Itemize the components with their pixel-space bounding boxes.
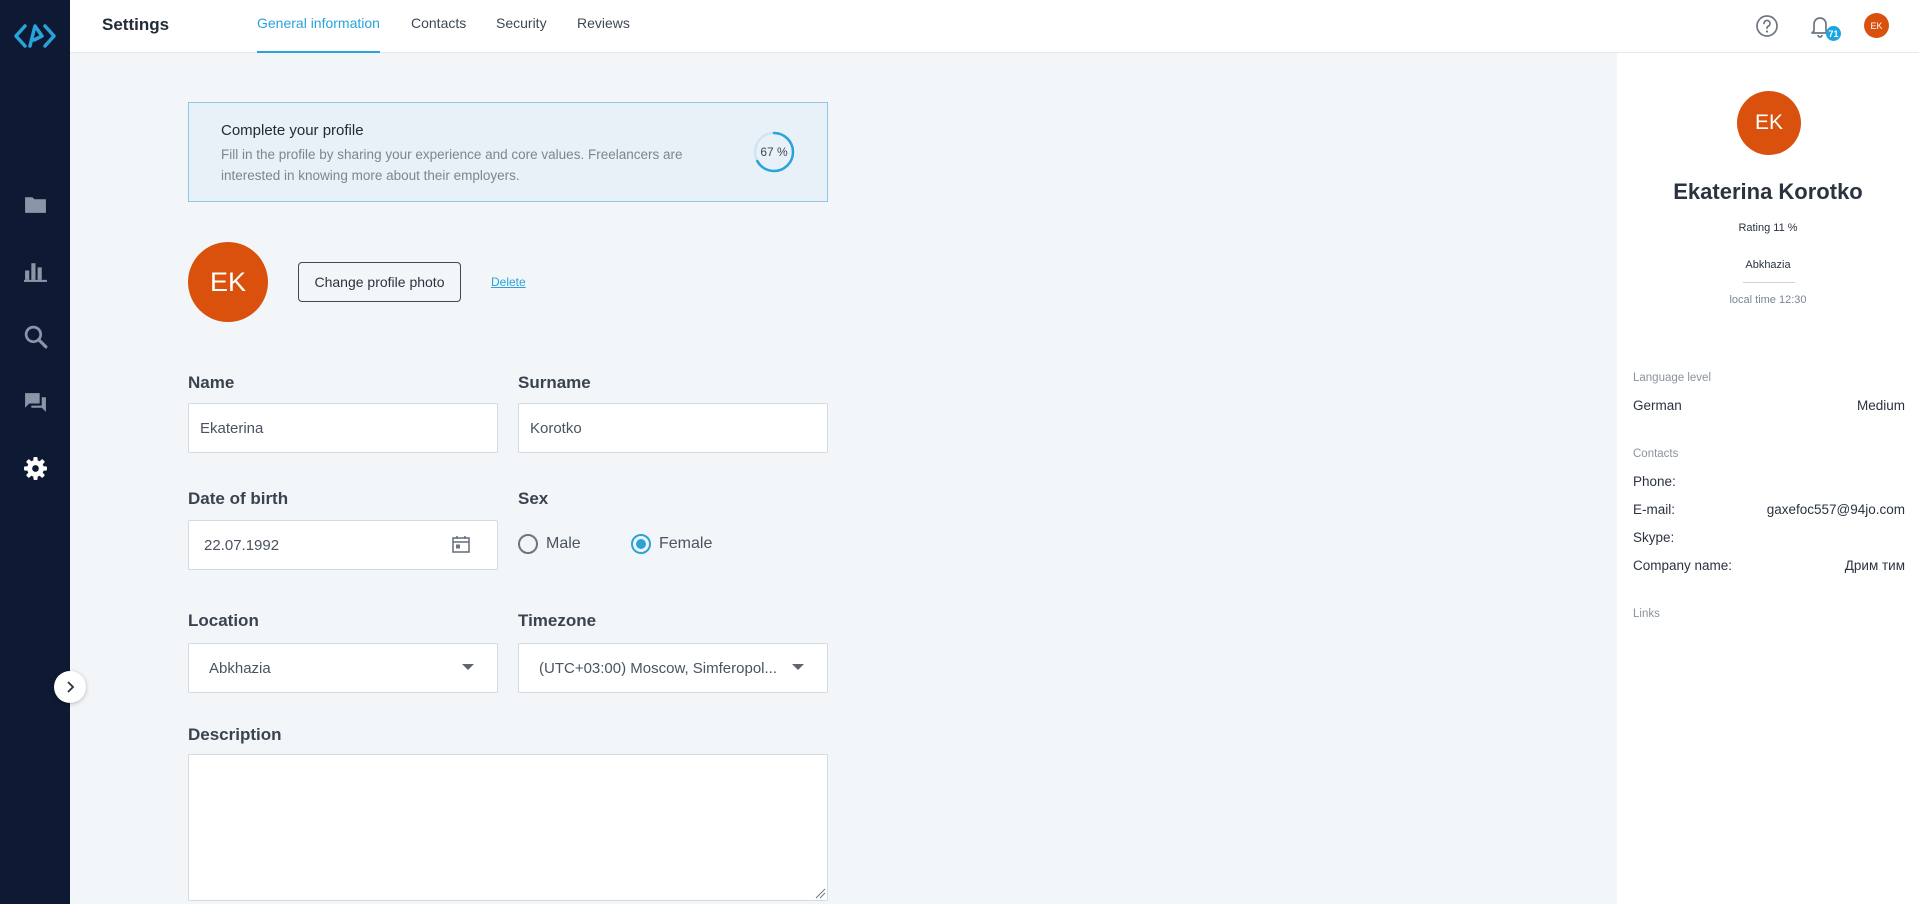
contacts-section-title: Contacts	[1633, 448, 1679, 460]
location-select[interactable]: Abkhazia	[188, 643, 498, 693]
tab-contacts[interactable]: Contacts	[411, 15, 466, 53]
skype-label: Skype:	[1633, 530, 1675, 545]
summary-location: Abkhazia	[1745, 259, 1791, 271]
complete-profile-card: Complete your profile Fill in the profil…	[188, 102, 828, 202]
page-title: Settings	[102, 15, 170, 34]
sex-option-male[interactable]: Male	[546, 535, 581, 553]
bar-chart-icon[interactable]	[23, 258, 48, 283]
company-value: Дрим тим	[1844, 558, 1905, 573]
summary-avatar: EK	[1737, 91, 1801, 155]
complete-profile-title: Complete your profile	[221, 122, 364, 139]
surname-input[interactable]: Korotko	[518, 403, 828, 453]
expand-sidebar-button[interactable]	[54, 671, 86, 703]
surname-label: Surname	[518, 373, 591, 392]
profile-summary-panel: EK Ekaterina Korotko Rating 11 % Abkhazi…	[1617, 53, 1919, 904]
language-level: Medium	[1856, 398, 1905, 413]
phone-label: Phone:	[1633, 474, 1676, 489]
name-label: Name	[188, 373, 235, 392]
folder-icon[interactable]	[23, 192, 48, 217]
summary-local-time: local time 12:30	[1729, 294, 1807, 306]
chevron-down-icon	[792, 664, 804, 670]
change-profile-photo-button[interactable]: Change profile photo	[298, 262, 461, 302]
sidebar	[0, 0, 70, 904]
summary-divider	[1743, 282, 1795, 283]
name-input[interactable]: Ekaterina	[188, 403, 498, 453]
search-icon[interactable]	[23, 324, 48, 349]
user-avatar[interactable]: EK	[1864, 13, 1889, 38]
timezone-label: Timezone	[518, 611, 597, 630]
description-textarea[interactable]	[188, 754, 828, 901]
tab-security[interactable]: Security	[496, 15, 547, 53]
language-name: German	[1633, 398, 1682, 413]
chevron-down-icon	[462, 664, 474, 670]
location-label: Location	[188, 611, 259, 630]
complete-profile-text: Fill in the profile by sharing your expe…	[221, 147, 683, 183]
links-section-title: Links	[1633, 608, 1660, 620]
email-value: gaxefoc557@94jo.com	[1766, 502, 1905, 517]
resize-handle-icon[interactable]	[814, 887, 826, 899]
sex-label: Sex	[518, 489, 549, 508]
logo-icon[interactable]	[13, 22, 57, 50]
chevron-right-icon	[67, 681, 75, 693]
dob-label: Date of birth	[188, 489, 289, 508]
email-label: E-mail:	[1633, 502, 1676, 517]
summary-rating: Rating 11 %	[1738, 222, 1798, 234]
sex-radio-male[interactable]	[518, 534, 538, 554]
help-icon[interactable]	[1754, 13, 1780, 39]
timezone-select[interactable]: (UTC+03:00) Moscow, Simferopol...	[518, 643, 828, 693]
language-section-title: Language level	[1633, 372, 1712, 384]
top-bar: Settings General information Contacts Se…	[70, 0, 1919, 53]
location-value: Abkhazia	[209, 659, 271, 677]
timezone-value: (UTC+03:00) Moscow, Simferopol...	[539, 659, 778, 677]
summary-name: Ekaterina Korotko	[1673, 179, 1863, 204]
sex-radio-female[interactable]	[631, 534, 651, 554]
notification-badge: 71	[1826, 26, 1841, 41]
delete-photo-link[interactable]: Delete	[491, 275, 526, 289]
gear-icon[interactable]	[23, 456, 48, 481]
chat-icon[interactable]	[23, 390, 48, 415]
calendar-icon[interactable]	[451, 534, 471, 554]
tab-general-information[interactable]: General information	[257, 15, 380, 53]
tab-reviews[interactable]: Reviews	[577, 15, 630, 53]
description-label: Description	[188, 725, 282, 744]
sex-option-female[interactable]: Female	[659, 535, 712, 553]
dob-value: 22.07.1992	[204, 536, 280, 554]
profile-avatar: EK	[188, 242, 268, 322]
profile-progress-label: 67 %	[760, 145, 788, 159]
company-label: Company name:	[1633, 558, 1733, 573]
